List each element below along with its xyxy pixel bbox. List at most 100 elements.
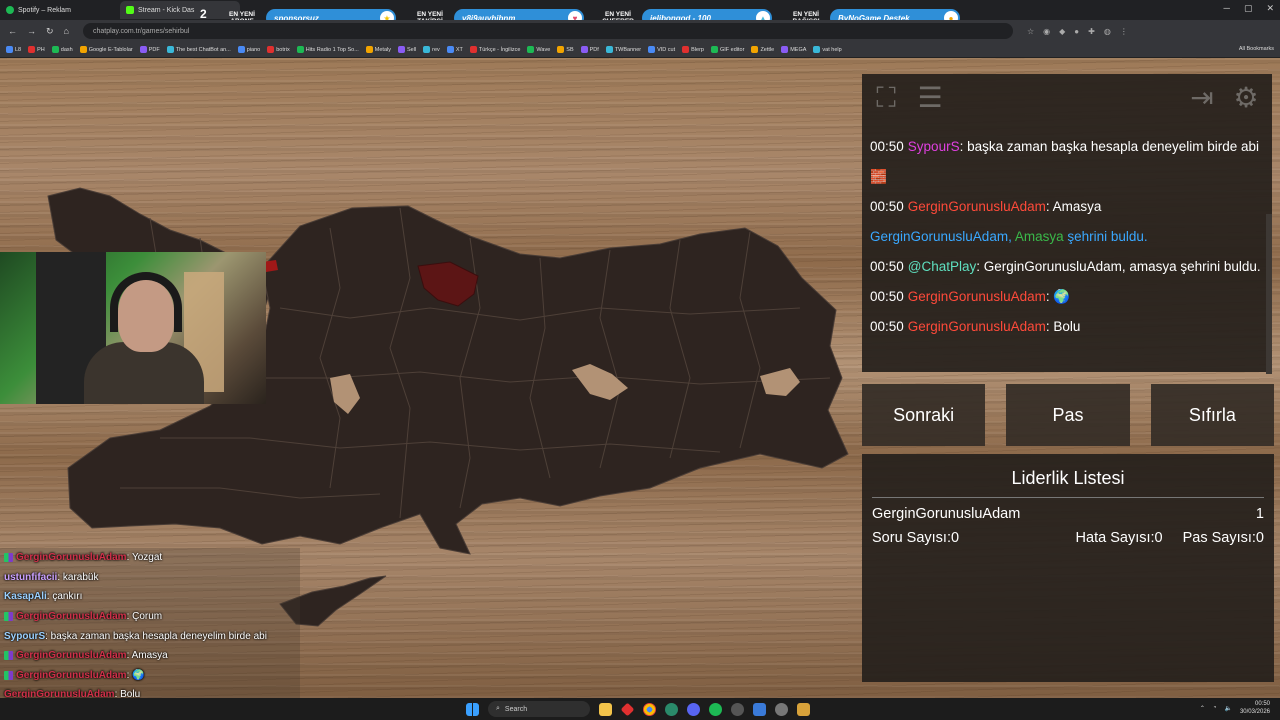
reload-icon[interactable]: ↻: [46, 26, 54, 37]
stream-chat-user: GerginGorunusluAdam: [16, 669, 127, 681]
bookmark-item[interactable]: dash: [51, 46, 73, 53]
extensions-puzzle-icon[interactable]: ✚: [1088, 27, 1095, 36]
bookmark-favicon-icon: [28, 46, 36, 53]
bookmark-item[interactable]: TWBanner: [605, 46, 641, 53]
bookmark-item[interactable]: PDF: [139, 46, 160, 53]
extension-icon[interactable]: ◆: [1059, 27, 1065, 36]
forward-icon[interactable]: →: [27, 26, 36, 37]
stream-chat-user: GerginGorunusluAdam: [16, 611, 127, 623]
app-icon[interactable]: [731, 702, 744, 716]
bookmark-item[interactable]: The best ChatBot an...: [166, 46, 231, 53]
nav-buttons: ← → ↻ ⌂: [0, 26, 77, 37]
pass-button[interactable]: Pas: [1006, 384, 1130, 446]
stream-chat-message: : Çorum: [126, 611, 163, 623]
next-button[interactable]: Sonraki: [862, 384, 986, 446]
bookmark-favicon-icon: [6, 46, 13, 53]
bookmark-item[interactable]: VID cut: [648, 46, 675, 53]
network-icon[interactable]: ◔: [1213, 705, 1217, 711]
extension-icon[interactable]: ●: [1074, 27, 1079, 36]
back-icon[interactable]: ←: [8, 26, 17, 37]
url-field[interactable]: chatplay.com.tr/games/sehirbul: [82, 23, 1013, 39]
bookmark-item[interactable]: Sell: [398, 46, 416, 53]
bookmark-item[interactable]: PH: [28, 46, 45, 53]
stream-chat-line: KasapAli : çankırı: [0, 587, 300, 607]
bookmark-label: L8: [15, 46, 22, 53]
menu-dots-icon[interactable]: ⋮: [1120, 27, 1128, 36]
bookmark-item[interactable]: botrix: [267, 46, 290, 53]
game-chat-line: 00:50 @ChatPlay: GerginGorunusluAdam, ama…: [870, 252, 1266, 282]
bookmark-favicon-icon: [648, 46, 656, 53]
bookmark-item[interactable]: piano: [237, 46, 260, 53]
leaderboard-stats: Soru Sayısı:0 Hata Sayısı:0 Pas Sayısı:0: [872, 526, 1264, 550]
profile-icon[interactable]: ◍: [1104, 27, 1111, 36]
bookmark-item[interactable]: GIF editor: [710, 46, 744, 53]
bookmark-label: dash: [60, 46, 73, 53]
close-icon[interactable]: ✕: [1266, 3, 1274, 14]
spotify-icon[interactable]: [709, 702, 722, 716]
all-bookmarks-button[interactable]: All Bookmarks: [1232, 46, 1274, 52]
app-icon[interactable]: [665, 702, 678, 716]
chat-scrollbar[interactable]: [1266, 214, 1272, 374]
extension-icon[interactable]: ◉: [1043, 27, 1050, 36]
stream-chat-user: KasapAli: [4, 591, 47, 603]
reset-button[interactable]: Sıfırla: [1150, 384, 1274, 446]
bookmark-label: botrix: [276, 46, 290, 53]
minimize-icon[interactable]: ─: [1224, 3, 1230, 14]
chat-username: GerginGorunusluAdam: [907, 199, 1046, 214]
bookmark-item[interactable]: MEGA: [781, 46, 806, 53]
bookmark-item[interactable]: L8: [6, 46, 21, 53]
bookmark-favicon-icon: [710, 46, 718, 53]
bookmark-item[interactable]: Wave: [527, 46, 550, 53]
discord-icon[interactable]: [687, 702, 700, 716]
fullscreen-icon[interactable]: ⛶: [870, 82, 902, 114]
bookmark-item[interactable]: Hits Radio 1 Top So...: [296, 46, 359, 53]
browser-tab-spotify[interactable]: Spotify – Reklam: [0, 1, 120, 19]
chat-username: GerginGorunusluAdam: [907, 289, 1046, 304]
maximize-icon[interactable]: ▢: [1244, 3, 1253, 14]
extension-icons: ☆ ◉ ◆ ● ✚ ◍ ⋮: [1027, 27, 1128, 36]
bookmark-favicon-icon: [423, 46, 431, 53]
bookmark-item[interactable]: SB: [557, 46, 574, 53]
stream-chat-line: ustunfifacii : karabük: [0, 568, 300, 588]
bookmark-label: Google E-Tablolar: [88, 46, 133, 53]
app-icon[interactable]: [753, 702, 766, 716]
webcam-overlay: [0, 252, 266, 404]
bookmark-star-icon[interactable]: ☆: [1027, 27, 1034, 36]
tab-title: Spotify – Reklam: [18, 6, 71, 14]
bookmark-favicon-icon: [682, 46, 690, 53]
home-icon[interactable]: ⌂: [64, 26, 69, 37]
taskbar-search[interactable]: ⌕ Search: [488, 701, 590, 717]
bookmark-item[interactable]: XT: [446, 46, 463, 53]
taskbar-search-label: Search: [504, 705, 528, 713]
bookmark-label: Hits Radio 1 Top So...: [305, 46, 359, 53]
bookmark-item[interactable]: Google E-Tablolar: [79, 46, 133, 53]
app-icon[interactable]: [775, 702, 788, 716]
bookmark-item[interactable]: vat help: [813, 46, 842, 53]
chat-timestamp: 00:50: [870, 199, 904, 214]
chat-timestamp: 00:50: [870, 139, 904, 154]
bookmark-item[interactable]: Zettle: [751, 46, 774, 53]
bookmark-item[interactable]: rev: [423, 46, 440, 53]
volume-icon[interactable]: 🔈: [1224, 705, 1231, 712]
tray-chevron-icon[interactable]: ⌃: [1200, 705, 1205, 712]
game-chat-panel: ⛶ ☰ ⇥ ⚙ 00:50 SypourS: başka zaman başka …: [862, 74, 1272, 374]
subscriber-badge-icon: [4, 612, 13, 622]
bookmark-favicon-icon: [365, 46, 373, 53]
leaderboard-panel: Liderlik Listesi GerginGorunusluAdam 1 S…: [862, 454, 1274, 682]
taskbar-clock[interactable]: 00:50 30/03/2026: [1240, 700, 1270, 716]
bookmark-item[interactable]: Blerp: [682, 46, 704, 53]
gear-icon[interactable]: ⚙: [1230, 82, 1262, 114]
windows-start-icon[interactable]: [466, 702, 479, 716]
bookmark-item[interactable]: Metaly: [365, 46, 391, 53]
app-icon[interactable]: [797, 702, 810, 716]
bookmark-item[interactable]: Türkçe - İngilizce: [469, 46, 520, 53]
app-icon[interactable]: [620, 702, 635, 716]
stream-chat-message: : Yozgat: [126, 552, 163, 564]
file-explorer-icon[interactable]: [599, 702, 612, 716]
chrome-icon[interactable]: [643, 702, 656, 716]
bookmark-label: Metaly: [374, 46, 391, 53]
bookmark-item[interactable]: PDf: [580, 46, 599, 53]
list-icon[interactable]: ☰: [914, 82, 946, 114]
exit-icon[interactable]: ⇥: [1186, 82, 1218, 114]
chat-city: Amasya: [1011, 229, 1064, 244]
